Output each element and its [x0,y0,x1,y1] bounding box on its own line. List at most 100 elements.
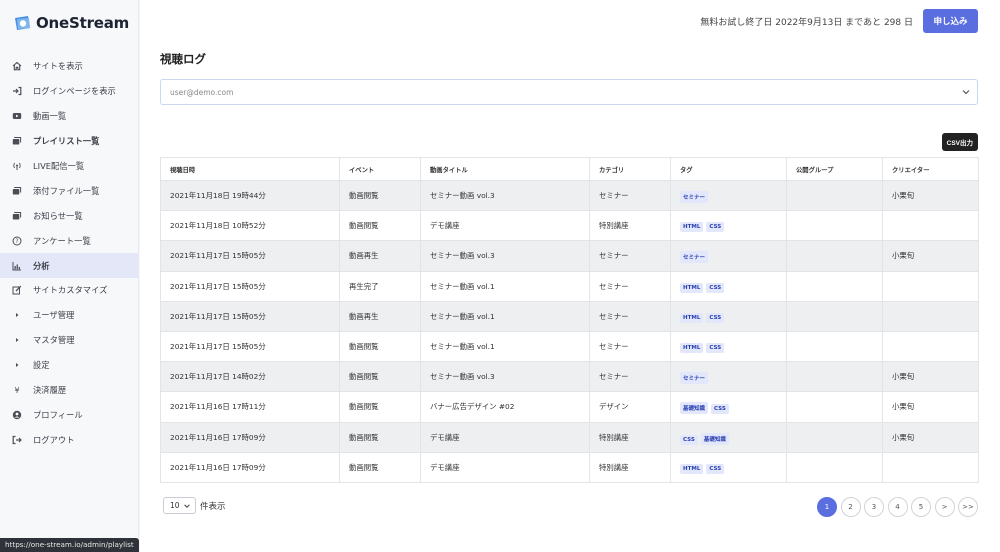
chevron-down-icon [183,502,191,510]
sidebar-item-label: プレイリスト一覧 [33,136,100,147]
cell-tags: HTML CSS [670,210,787,242]
cell-group [786,421,883,453]
sidebar-item[interactable]: ログインページを表示 [0,79,138,104]
sidebar-item[interactable]: 動画一覧 [0,104,138,129]
cell-event: 動画閲覧 [339,330,421,363]
cell-creator [882,451,979,483]
table-row[interactable]: 2021年11月16日 17時11分 動画閲覧 バナー広告デザイン #02 デザイン基… [160,391,979,423]
cell-title: デモ講座 [420,210,590,242]
sidebar-item[interactable]: 添付ファイル一覧 [0,178,138,203]
user-select-value: user@demo.com [170,87,234,97]
table-header-row: 視聴日時 イベント 動画タイトル カテゴリ タグ 公開グループ クリエイター [160,157,979,181]
apply-button[interactable]: 申し込み [923,9,978,33]
sidebar-item[interactable]: サイトカスタマイズ [0,278,138,303]
sidebar-item[interactable]: プロフィール [0,402,138,427]
cell-datetime: 2021年11月17日 15時05分 [160,300,340,332]
cell-title: デモ講座 [420,451,590,483]
cell-datetime: 2021年11月16日 17時11分 [160,391,340,423]
cell-title: セミナー動画 vol.3 [420,240,590,272]
page-button[interactable]: >> [958,497,978,517]
sidebar-item[interactable]: LIVE配信一覧 [0,154,138,179]
cell-category: 特別講座 [589,451,671,483]
cell-event: 動画閲覧 [339,421,421,453]
column-header[interactable]: 公開グループ [786,157,883,181]
sidebar-item-label: 添付ファイル一覧 [33,185,100,196]
cell-creator [882,300,979,332]
sidebar-item-label: ログアウト [33,434,75,445]
page-button[interactable]: > [934,497,955,517]
cell-creator: 小栗旬 [882,391,979,423]
page-button[interactable]: 4 [887,497,908,517]
column-header[interactable]: 動画タイトル [420,157,590,181]
sidebar-item-label: 動画一覧 [33,111,67,122]
broadcast-icon [12,161,22,171]
tag-badge: HTML [680,282,704,293]
per-page-value: 10 [170,501,180,510]
cell-tags: HTML CSS [670,330,787,363]
cell-datetime: 2021年11月17日 15時05分 [160,240,340,272]
sidebar-item-label: サイトカスタマイズ [33,285,108,296]
sidebar-item[interactable]: ユーザ管理 [0,303,138,328]
column-header[interactable]: イベント [339,157,421,181]
caret-right-icon [12,360,22,370]
sidebar: OneStream サイトを表示 ログインページを表示動画一覧プレイリスト一覧 LI… [0,0,139,552]
table-row[interactable]: 2021年11月17日 14時02分 動画閲覧 セミナー動画 vol.3 セミナー セミ… [160,361,979,393]
logo[interactable]: OneStream [0,0,138,36]
cell-creator: 小栗旬 [882,361,979,393]
cell-tags: セミナー [670,240,787,272]
per-page-select[interactable]: 10 [163,497,196,514]
table-row[interactable]: 2021年11月18日 10時52分 動画閲覧 デモ講座 特別講座 HTML CSS [160,210,979,242]
chevron-down-icon [961,87,971,97]
cell-group [786,361,883,393]
sidebar-item[interactable]: ログアウト [0,427,138,452]
home-icon [12,61,22,71]
cell-datetime: 2021年11月18日 10時52分 [160,210,340,242]
sidebar-item[interactable]: お知らせ一覧 [0,203,138,228]
column-header[interactable]: 視聴日時 [160,157,340,181]
table-row[interactable]: 2021年11月16日 17時09分 動画閲覧 デモ講座 特別講座 CSS 基礎知識 小栗旬 [160,421,979,453]
sidebar-item[interactable]: 設定 [0,353,138,378]
cell-category: セミナー [589,179,671,212]
page-title: 視聴ログ [160,52,206,66]
sidebar-item-label: マスタ管理 [33,335,75,346]
table-row[interactable]: 2021年11月17日 15時05分 動画再生 セミナー動画 vol.3 セミナー セミ… [160,240,979,272]
sidebar-item[interactable]: サイトを表示 [0,54,138,79]
table-row[interactable]: 2021年11月18日 19時44分 動画閲覧 セミナー動画 vol.3 セミナー セミ… [160,179,979,212]
cell-title: セミナー動画 vol.3 [420,361,590,393]
cell-creator [882,270,979,302]
page-button[interactable]: 5 [911,497,931,517]
table-row[interactable]: 2021年11月17日 15時05分 動画閲覧 セミナー動画 vol.1 セミナー HT… [160,330,979,363]
sidebar-item[interactable]: 分析 [0,253,138,279]
page-button[interactable]: 2 [840,497,861,517]
column-header[interactable]: タグ [670,157,787,181]
page-button[interactable]: 1 [817,497,837,517]
cell-title: バナー広告デザイン #02 [420,391,590,423]
cell-tags: セミナー [670,179,787,212]
topbar: 無料お試し終了日 2022年9月13日 まであと 298 日 申し込み [700,9,978,33]
per-page-label: 件表示 [200,501,226,512]
cell-category: セミナー [589,330,671,363]
cell-group [786,270,883,302]
sidebar-item[interactable]: ¥ 決済履歴 [0,378,138,403]
svg-text:?: ? [15,238,18,245]
page-button[interactable]: 3 [864,497,884,517]
sidebar-item-label: お知らせ一覧 [33,210,83,221]
column-header[interactable]: カテゴリ [589,157,671,181]
sidebar-item[interactable]: プレイリスト一覧 [0,129,138,154]
sidebar-item-label: LIVE配信一覧 [33,161,85,171]
sidebar-item[interactable]: ? アンケート一覧 [0,228,138,253]
sidebar-item[interactable]: マスタ管理 [0,328,138,353]
cell-datetime: 2021年11月16日 17時09分 [160,421,340,453]
tag-badge: HTML [680,463,704,474]
table-row[interactable]: 2021年11月17日 15時05分 動画再生 セミナー動画 vol.1 セミナー HT… [160,300,979,332]
table-row[interactable]: 2021年11月17日 15時05分 再生完了 セミナー動画 vol.1 セミナー HT… [160,270,979,302]
table-row[interactable]: 2021年11月16日 17時09分 動画閲覧 デモ講座 特別講座 HTML CSS [160,451,979,483]
cell-group [786,210,883,242]
user-select[interactable]: user@demo.com [160,79,978,105]
column-header[interactable]: クリエイター [882,157,979,181]
news-icon [12,211,22,221]
trial-status-text: 無料お試し終了日 2022年9月13日 まであと 298 日 [700,17,913,28]
cell-event: 動画閲覧 [339,179,421,212]
user-circle-icon [12,410,22,420]
csv-export-button[interactable]: CSV出力 [941,133,978,151]
